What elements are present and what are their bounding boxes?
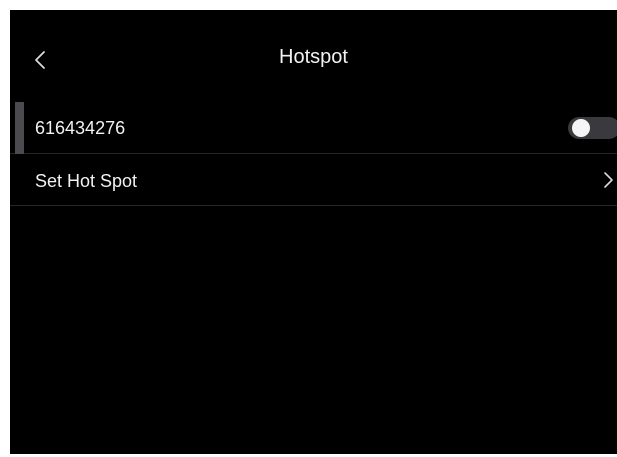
chevron-right-icon — [604, 172, 613, 188]
list-item-hotspot-name[interactable]: 616434276 — [10, 102, 617, 154]
page-title: Hotspot — [279, 46, 348, 68]
list-item-set-hot-spot[interactable]: Set Hot Spot — [10, 154, 617, 206]
set-hot-spot-label: Set Hot Spot — [35, 171, 138, 191]
hotspot-toggle[interactable] — [568, 117, 617, 139]
header-bar: Hotspot — [10, 10, 617, 106]
hotspot-name-label: 616434276 — [35, 118, 126, 138]
toggle-knob — [572, 119, 590, 137]
selection-indicator — [15, 102, 24, 154]
hotspot-screen: Hotspot 616434276 Set Hot Spot — [10, 10, 617, 454]
